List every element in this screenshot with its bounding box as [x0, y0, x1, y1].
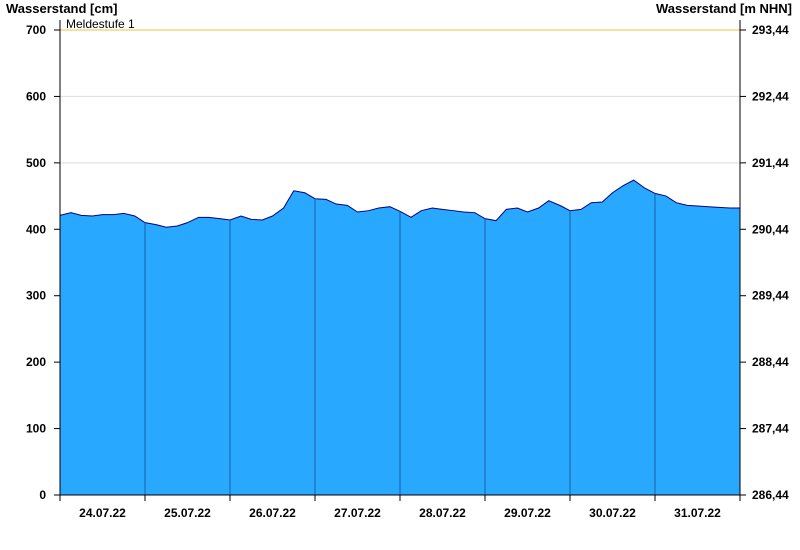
y-right-title: Wasserstand [m NHN] [656, 1, 792, 16]
y-ticks-left: 0 100 200 300 400 500 600 700 [26, 23, 60, 502]
y-tick-label-left: 200 [26, 355, 46, 369]
y-tick-label-left: 300 [26, 289, 46, 303]
y-tick-label-left: 400 [26, 222, 46, 236]
x-tick-label: 27.07.22 [334, 506, 381, 520]
x-tick-label: 24.07.22 [79, 506, 126, 520]
y-tick-label-left: 600 [26, 89, 46, 103]
x-tick-label: 26.07.22 [249, 506, 296, 520]
y-tick-label-right: 291,44 [752, 156, 789, 170]
x-ticks: 24.07.22 25.07.22 26.07.22 27.07.22 28.07.22… [79, 506, 721, 520]
y-ticks-right: 286,44 287,44 288,44 289,44 290,44 291,44 292,… [740, 23, 789, 502]
y-tick-label-right: 290,44 [752, 222, 789, 236]
y-tick-label-right: 288,44 [752, 355, 789, 369]
y-tick-label-left: 100 [26, 422, 46, 436]
y-tick-label-right: 293,44 [752, 23, 789, 37]
x-tick-label: 25.07.22 [164, 506, 211, 520]
y-tick-label-right: 289,44 [752, 289, 789, 303]
y-tick-label-left: 700 [26, 23, 46, 37]
y-tick-label-right: 287,44 [752, 422, 789, 436]
x-tick-label: 30.07.22 [589, 506, 636, 520]
y-tick-label-left: 0 [39, 488, 46, 502]
y-left-title: Wasserstand [cm] [6, 1, 118, 16]
y-tick-label-left: 500 [26, 156, 46, 170]
y-tick-label-right: 286,44 [752, 488, 789, 502]
x-tick-label: 29.07.22 [504, 506, 551, 520]
x-tick-label: 28.07.22 [419, 506, 466, 520]
threshold-label: Meldestufe 1 [66, 17, 135, 31]
x-tick-label: 31.07.22 [674, 506, 721, 520]
y-tick-label-right: 292,44 [752, 89, 789, 103]
water-level-chart: Wasserstand [cm] Wasserstand [m NHN] Mel… [6, 1, 792, 520]
threshold: Meldestufe 1 [60, 17, 740, 31]
